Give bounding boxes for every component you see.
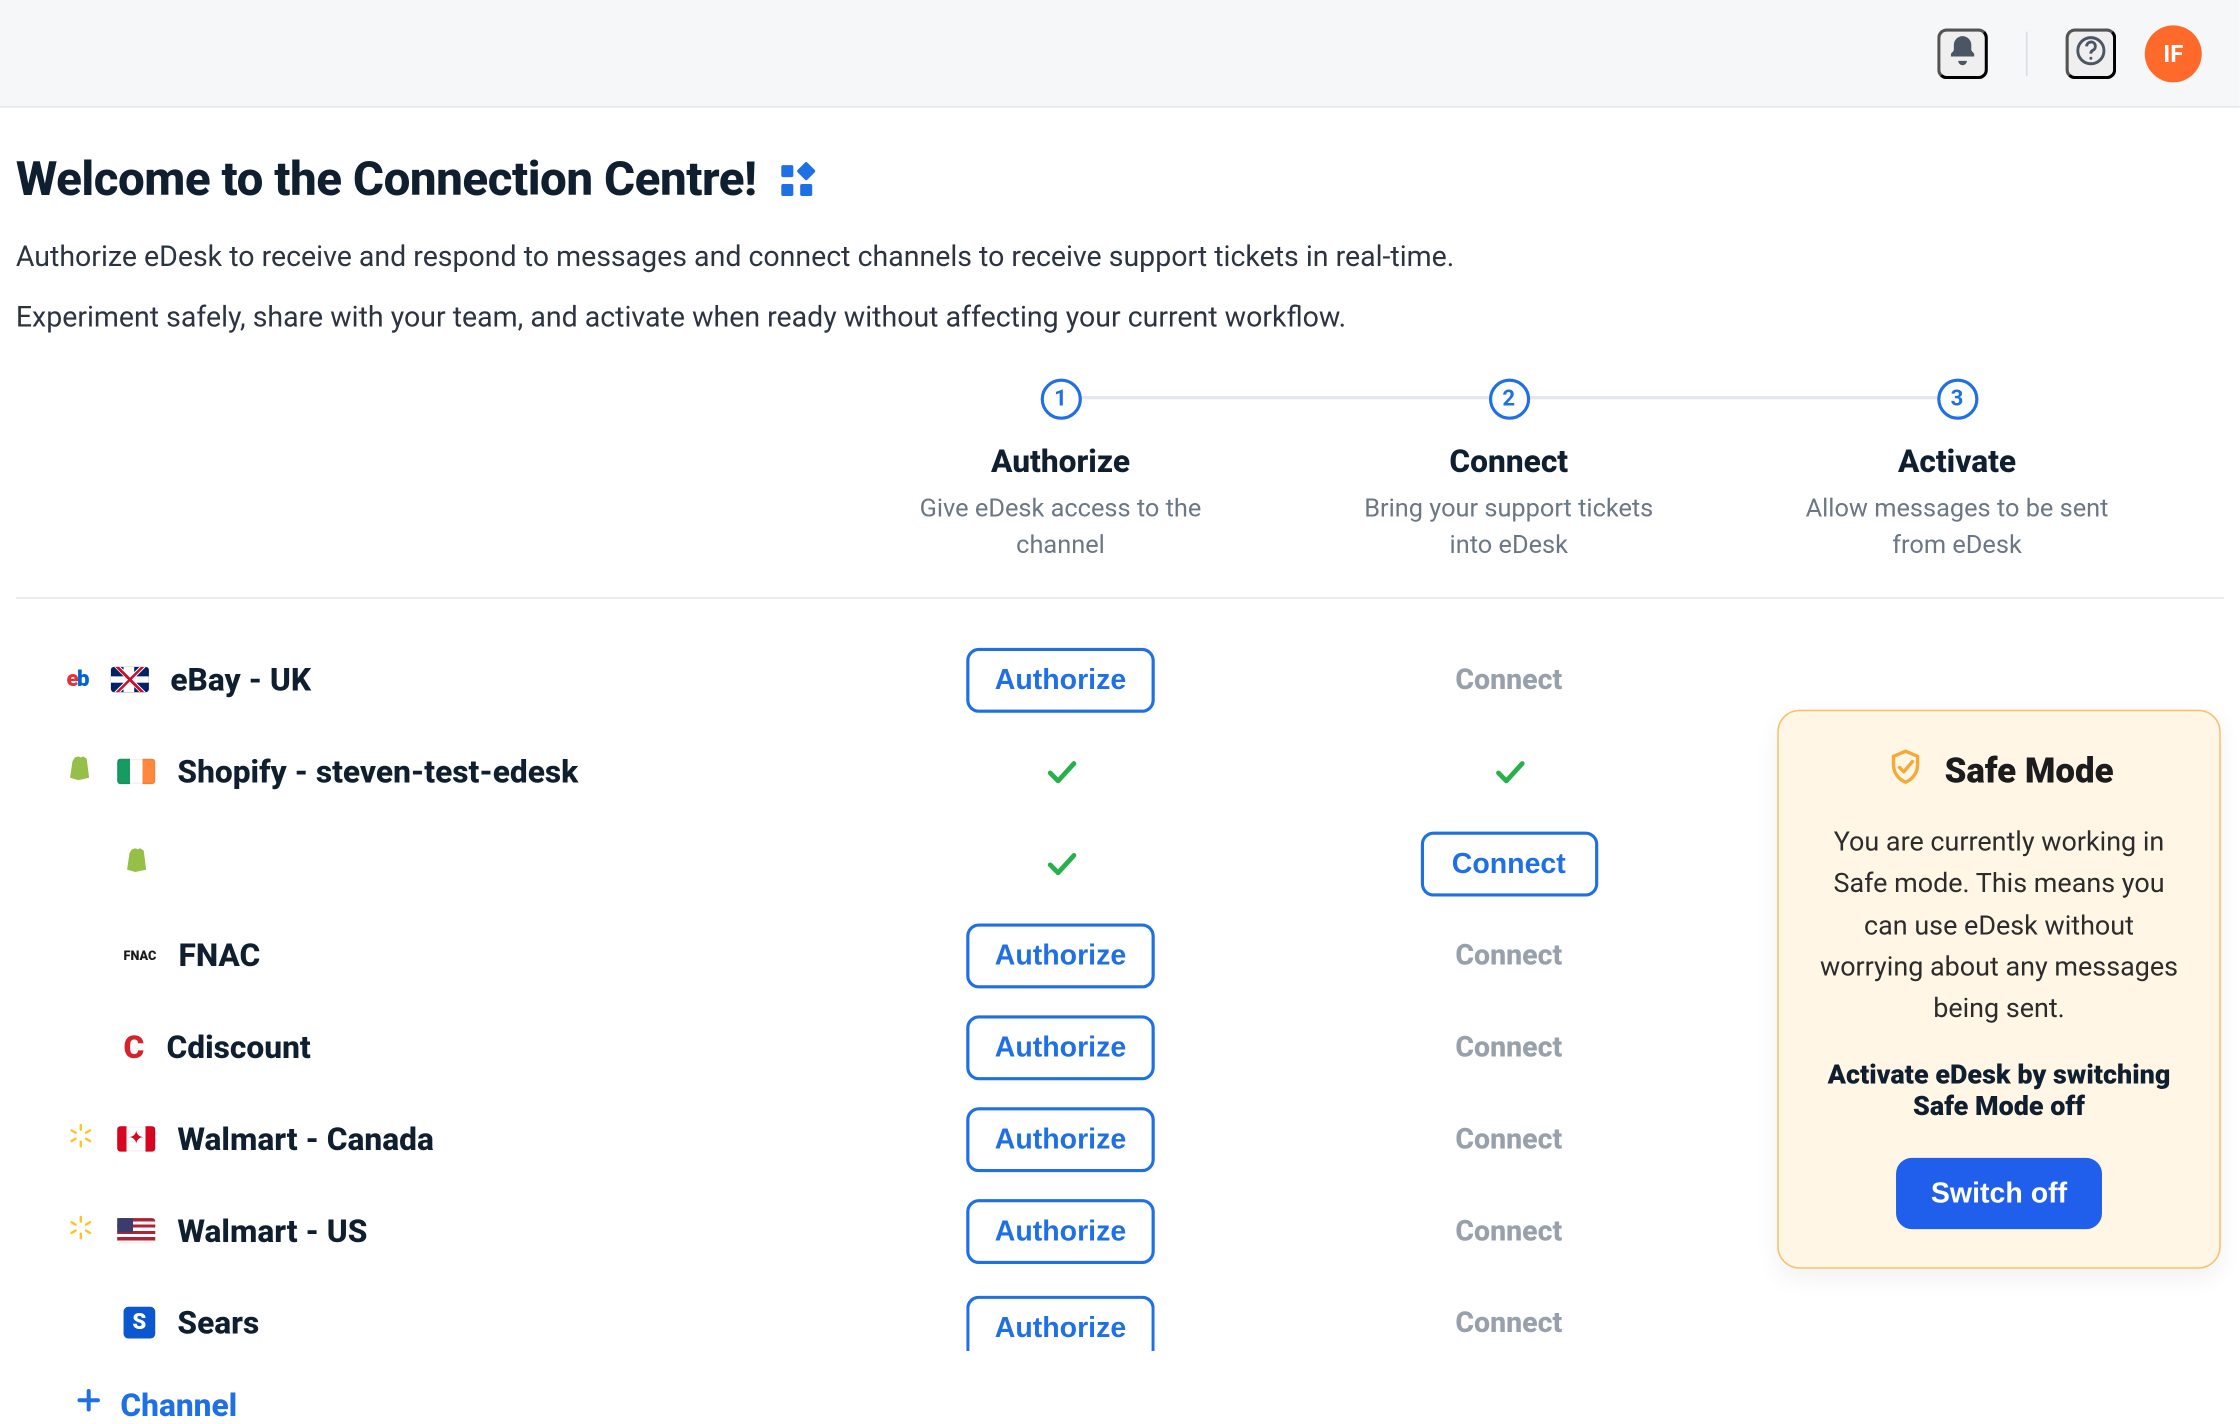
step-number: 2 xyxy=(1488,378,1529,419)
authorize-button[interactable]: Authorize xyxy=(966,1015,1154,1080)
help-button[interactable] xyxy=(2066,28,2117,79)
step-title: Activate xyxy=(1898,442,2016,480)
safe-mode-switch-off-button[interactable]: Switch off xyxy=(1896,1157,2102,1228)
channel-name: eBay - UK xyxy=(170,661,311,699)
authorize-button[interactable]: Authorize xyxy=(966,1295,1154,1350)
channel-row: S Sears Authorize Connect xyxy=(16,1277,2224,1369)
safe-mode-cta: Activate eDesk by switching Safe Mode of… xyxy=(1811,1059,2188,1122)
shopify-icon xyxy=(124,844,153,884)
page: Welcome to the Connection Centre! Author… xyxy=(0,108,2240,1424)
flag-uk-icon xyxy=(110,667,148,692)
step-desc: Allow messages to be sent from eDesk xyxy=(1799,489,2116,562)
avatar-initials: IF xyxy=(2163,39,2183,68)
step-title: Connect xyxy=(1449,442,1568,480)
authorize-button[interactable]: Authorize xyxy=(966,1107,1154,1172)
step-desc: Give eDesk access to the channel xyxy=(902,489,1219,562)
divider xyxy=(16,597,2224,599)
step-number: 3 xyxy=(1936,378,1977,419)
connect-label-disabled: Connect xyxy=(1455,1031,1562,1064)
step-connect: 2 Connect Bring your support tickets int… xyxy=(1285,372,1733,563)
bell-icon xyxy=(1945,33,1980,73)
channel-name: FNAC xyxy=(178,936,260,974)
page-lead-line1: Authorize eDesk to receive and respond t… xyxy=(16,236,2224,280)
connect-label-disabled: Connect xyxy=(1455,663,1562,696)
plus-icon xyxy=(73,1385,105,1424)
safe-mode-title: Safe Mode xyxy=(1945,752,2114,792)
topbar-separator xyxy=(2026,31,2028,75)
avatar[interactable]: IF xyxy=(2145,25,2202,82)
check-icon xyxy=(1041,845,1079,883)
add-channel-label: Channel xyxy=(120,1385,237,1423)
page-title-text: Welcome to the Connection Centre! xyxy=(16,152,757,207)
authorize-button[interactable]: Authorize xyxy=(966,647,1154,712)
flag-us-icon xyxy=(117,1218,155,1243)
connect-label-disabled: Connect xyxy=(1455,1123,1562,1156)
channel-name: Cdiscount xyxy=(167,1028,311,1066)
cdiscount-icon: C xyxy=(124,1028,145,1066)
channel-name: Shopify - steven-test-edesk xyxy=(177,753,578,791)
check-icon xyxy=(1490,753,1528,791)
topbar: IF xyxy=(0,0,2240,108)
step-desc: Bring your support tickets into eDesk xyxy=(1350,489,1667,562)
connect-label-disabled: Connect xyxy=(1455,939,1562,972)
connect-button[interactable]: Connect xyxy=(1420,831,1597,896)
check-icon xyxy=(1041,753,1079,791)
ebay-icon: eb xyxy=(67,667,88,692)
safe-mode-body: You are currently working in Safe mode. … xyxy=(1811,822,2188,1031)
page-title: Welcome to the Connection Centre! xyxy=(16,152,2224,207)
channel-name: Walmart - US xyxy=(177,1212,367,1250)
safe-mode-card: Safe Mode You are currently working in S… xyxy=(1777,710,2221,1269)
step-number: 1 xyxy=(1040,378,1081,419)
notifications-button[interactable] xyxy=(1937,28,1988,79)
sears-icon: S xyxy=(124,1307,156,1339)
authorize-button[interactable]: Authorize xyxy=(966,1199,1154,1264)
flag-canada-icon xyxy=(117,1126,155,1151)
fnac-icon: FNAC xyxy=(124,948,157,962)
walmart-icon xyxy=(67,1213,96,1249)
authorize-button[interactable]: Authorize xyxy=(966,923,1154,988)
channel-name: Sears xyxy=(177,1304,259,1342)
step-authorize: 1 Authorize Give eDesk access to the cha… xyxy=(836,372,1284,563)
steps: 1 Authorize Give eDesk access to the cha… xyxy=(16,372,2224,599)
widgets-icon xyxy=(776,159,817,200)
shopify-icon xyxy=(67,752,96,792)
step-activate: 3 Activate Allow messages to be sent fro… xyxy=(1733,372,2181,563)
add-channel-button[interactable]: Channel xyxy=(16,1369,2224,1424)
shield-icon xyxy=(1884,746,1925,797)
channel-name: Walmart - Canada xyxy=(177,1120,433,1158)
help-icon xyxy=(2073,33,2108,73)
connect-label-disabled: Connect xyxy=(1455,1306,1562,1339)
walmart-icon xyxy=(67,1121,96,1157)
step-title: Authorize xyxy=(991,442,1130,480)
connect-label-disabled: Connect xyxy=(1455,1214,1562,1247)
flag-ireland-icon xyxy=(117,759,155,784)
page-lead-line2: Experiment safely, share with your team,… xyxy=(16,296,2224,340)
